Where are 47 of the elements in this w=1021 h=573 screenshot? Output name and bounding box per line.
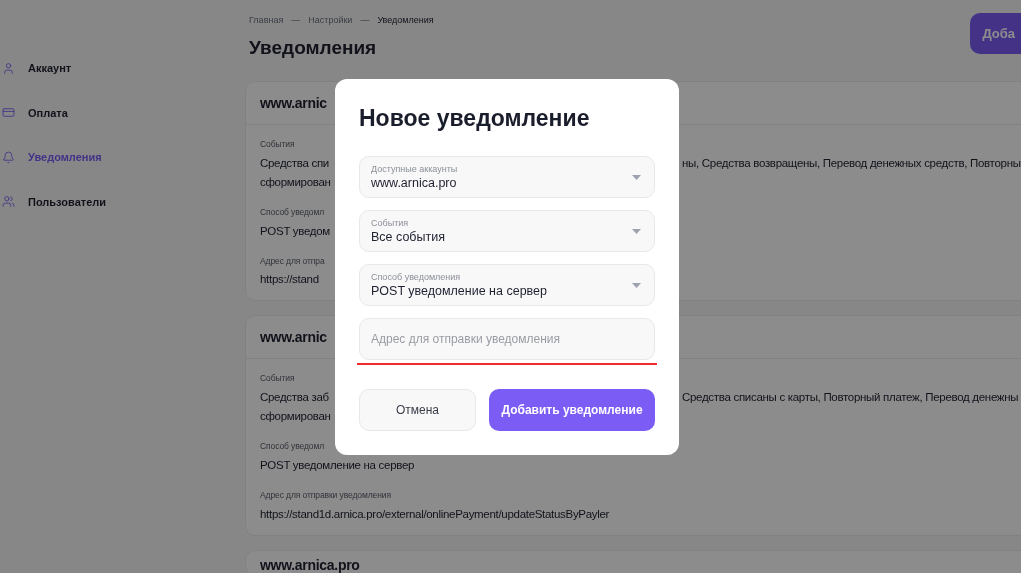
field-label: События — [371, 216, 410, 229]
add-button[interactable]: Доба — [970, 13, 1021, 54]
field-value: ны, Средства возвращены, Перевод денежных средств, Повторны — [682, 155, 1021, 171]
field-label: Способ уведомления — [371, 270, 462, 283]
field-label: Адрес для отправки уведомления — [260, 488, 391, 502]
field-label: Адрес для отпра — [260, 255, 325, 266]
add-notification-button[interactable]: Добавить уведомление — [489, 389, 655, 431]
field-label: Доступные аккаунты — [371, 162, 459, 175]
field-label: Способ уведомл — [260, 441, 325, 451]
field-value: www.arnica.pro — [371, 174, 458, 192]
field-value: Средства заб — [260, 391, 329, 403]
field-value: POST уведомление на сервер — [371, 282, 548, 300]
field-value: POST уведом — [260, 224, 330, 237]
card-title: www.arnic — [260, 327, 327, 347]
field-value: сформирован — [260, 175, 331, 188]
user-icon — [2, 61, 15, 75]
field-label: События — [260, 373, 295, 384]
card-title: www.arnica.pro — [260, 555, 360, 573]
field-value: Средства списаны с карты, Повторный платеж, Перевод денежны — [682, 390, 1019, 405]
field-value: сформирован — [260, 410, 331, 422]
field-value: https://stand1d.arnica.pro/external/onlinePayment/updateStatusByPayler — [260, 506, 610, 522]
caret-icon — [632, 174, 641, 180]
sidebar-item[interactable]: Аккаунт — [0, 60, 249, 77]
bell-icon — [2, 150, 15, 164]
modal-title: Новое уведомление — [359, 104, 591, 133]
cancel-button[interactable]: Отмена — [359, 389, 476, 431]
select-field[interactable]: Способ уведомления POST уведомление на сервер — [359, 264, 655, 306]
page-title: Уведомления — [249, 35, 378, 60]
users-icon — [2, 195, 15, 209]
breadcrumb-link[interactable]: Главная — [249, 14, 284, 28]
credit-card-icon — [2, 106, 15, 120]
card-title: www.arnic — [260, 93, 327, 113]
field-label: События — [260, 139, 295, 149]
caret-icon — [632, 228, 641, 234]
breadcrumb-link[interactable]: Настройки — [308, 14, 353, 28]
breadcrumb-separator: — — [291, 14, 301, 27]
field-label: Способ уведомл — [260, 206, 325, 217]
select-field[interactable]: События Все события — [359, 210, 655, 252]
select-field[interactable]: Доступные аккаунты www.arnica.pro — [359, 156, 655, 198]
breadcrumb-separator: — — [360, 14, 370, 27]
field-value: https://stand — [260, 273, 319, 286]
field-value: Средства спи — [260, 156, 329, 169]
caret-icon — [632, 282, 641, 288]
address-input-field[interactable]: Адрес для отправки уведомления — [359, 318, 655, 360]
breadcrumb-link[interactable]: Уведомления — [377, 14, 434, 28]
field-value: Все события — [371, 228, 446, 246]
field-value: POST уведомление на сервер — [260, 457, 415, 473]
